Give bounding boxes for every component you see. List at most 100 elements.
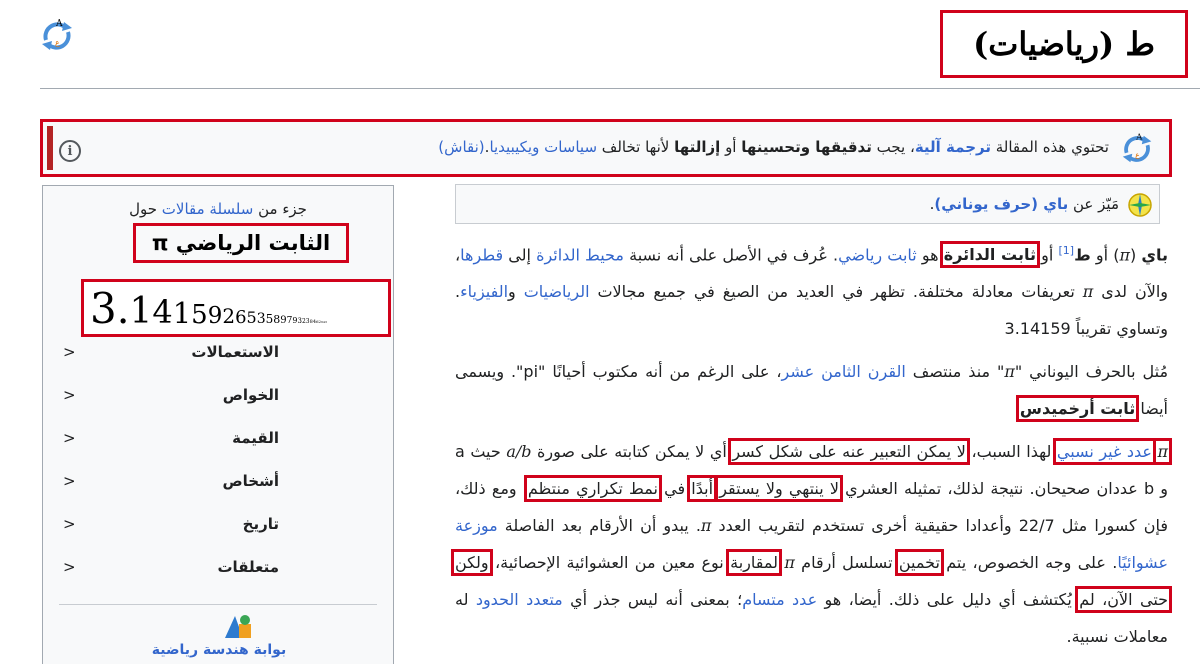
row-label: الخواص [222,386,279,404]
math-symbol: π [1153,438,1172,466]
page-title-box: ط (رياضيات) [940,10,1188,78]
pi-digit: 5 [265,312,274,326]
article-text: أو [1036,245,1059,265]
chevron-icon[interactable]: > [63,558,76,576]
machine-translation-notice: i A ع تحتوي هذه المقالة ترجمة آلية، يجب … [40,119,1172,177]
svg-text:A: A [1135,133,1143,143]
article-text: لا ينتهي ولا يستقر [715,475,843,503]
article-text: لمقاربة [726,549,782,577]
row-label: أشخاص [222,472,279,490]
notice-text-mid2: أو [720,138,742,156]
article-text: تسلسل أرقام [794,553,899,573]
article-text: نوع معين من العشوائية الإحصائية، [488,553,731,573]
article-link[interactable]: ثابت رياضي [838,245,917,264]
talk-link[interactable]: (نقاش) [438,138,484,156]
pi-digit: 3 [90,284,117,333]
article-paragraph-2: مُثل بالحرف اليوناني "π" منذ منتصف القرن… [455,353,1168,427]
infobox-row-uses[interactable]: الاستعمالات > [43,343,393,371]
infobox-series-caption: جزء من سلسلة مقالات حول [43,200,393,218]
pi-digit: 5 [191,300,208,330]
article-text: تعريفات معادلة مختلفة. تظهر في العديد من… [589,282,1083,302]
pi-digit: 1 [129,291,153,332]
article-text: لا يمكن التعبير عنه على شكل كسر [728,438,970,466]
chevron-icon[interactable]: > [63,386,76,404]
infobox-row-properties[interactable]: الخواص > [43,386,393,414]
svg-text:ع: ع [55,38,60,47]
chevron-icon[interactable]: > [63,429,76,447]
infobox-row-value[interactable]: القيمة > [43,429,393,457]
pi-digits: 3.141592653589793238462643 [90,284,327,333]
notice-text-mid3: لأنها تخالف [597,138,675,156]
article-text: . على وجه الخصوص، يتم [939,553,1118,573]
article-text: ط [1074,245,1091,265]
math-symbol: π [1082,282,1094,302]
portal-link[interactable]: بوابة هندسة رياضية [43,642,395,658]
pi-digit: . [116,287,130,333]
article-text: . يبدو أن الأرقام بعد الفاصلة [497,516,701,536]
pi-digit: 2 [222,304,236,328]
article-text: هو [916,245,944,265]
infobox-divider [59,604,377,605]
infobox-row-history[interactable]: تاريخ > [43,515,393,543]
row-label: تاريخ [242,515,279,533]
math-symbol: π [784,553,795,573]
infobox-row-people[interactable]: أشخاص > [43,472,393,500]
pi-digit: 6 [235,307,247,328]
article-link[interactable]: الرياضيات [524,282,590,301]
info-icon[interactable]: i [59,140,81,162]
article-text: باي [1141,245,1169,265]
article-link[interactable]: عدد غير نسبي [1052,438,1156,466]
hatnote: مَيّز عن باي (حرف يوناني). [455,184,1160,224]
article-text: ( [1129,245,1142,265]
machine-translation-icon: A ع [1122,133,1152,163]
disambiguation-compass-icon [1128,193,1152,217]
article-link[interactable]: متعدد الحدود [476,590,563,609]
math-symbol: a/b [506,442,532,462]
chevron-icon[interactable]: > [63,472,76,490]
article-link[interactable]: الفيزياء [460,282,508,301]
math-symbol: π [1119,245,1130,265]
notice-bold-remove: إزالتها [674,138,721,156]
chevron-icon[interactable]: > [63,343,76,361]
hatnote-link[interactable]: باي (حرف يوناني) [934,195,1068,213]
article-link[interactable]: محيط الدائرة [536,245,624,264]
series-caption-post: حول [129,200,162,218]
article-text: مُثل بالحرف اليوناني " [1014,362,1169,382]
article-text: إلى [503,245,537,265]
machine-translation-icon[interactable]: A ع [38,18,78,54]
machine-translation-link[interactable]: ترجمة آلية [915,138,991,156]
article-text: يُكتشف أي دليل على ذلك. أيضا، هو [817,590,1080,610]
infobox-title: الثابت الرياضي π [151,231,331,255]
article-link[interactable]: قطرها [460,245,503,264]
article-text: " منذ منتصف [905,362,1005,382]
reference-link[interactable]: [1] [1059,244,1075,257]
geometry-portal-icon[interactable] [223,612,253,640]
pi-digit: 3 [324,320,327,324]
policy-link[interactable]: سياسات ويكيبيديا [489,138,597,156]
article-paragraph-1: باي (π) أو ط[1] أو ثابت الدائرة هو ثابت … [455,232,1168,347]
notice-bold-review: تدقيقها وتحسينها [741,138,872,156]
article-text: لهذا السبب، [965,442,1057,462]
math-symbol: π [700,516,712,536]
series-caption-pre: جزء من [253,200,307,218]
pi-digit: 1 [172,296,192,330]
article-text: ثابت أرخميدس [1015,395,1140,423]
hatnote-pre: مَيّز عن [1068,195,1119,213]
article-link[interactable]: القرن الثامن عشر [782,362,906,381]
article-link[interactable]: عدد متسام [742,590,817,609]
article-paragraph-3: π عدد غير نسبي لهذا السبب، لا يمكن التعب… [450,433,1173,655]
infobox-row-related[interactable]: متعلقات > [43,558,393,586]
chevron-icon[interactable]: > [63,515,76,533]
series-link[interactable]: سلسلة مقالات [162,200,254,218]
article-text: نمط تكراري منتظم [523,475,662,503]
pi-digit: 8 [273,313,281,326]
article-text: و [508,282,524,302]
infobox-title-box: الثابت الرياضي π [133,223,349,263]
infobox: جزء من سلسلة مقالات حول الثابت الرياضي π… [42,185,394,664]
title-divider [40,88,1200,89]
pi-digit: 5 [246,308,257,327]
notice-text-pre: تحتوي هذه المقالة [990,138,1109,156]
article-text: في [657,479,692,499]
pi-digits-image[interactable]: 3.141592653589793238462643 [81,279,391,337]
math-symbol: π [1004,362,1015,382]
